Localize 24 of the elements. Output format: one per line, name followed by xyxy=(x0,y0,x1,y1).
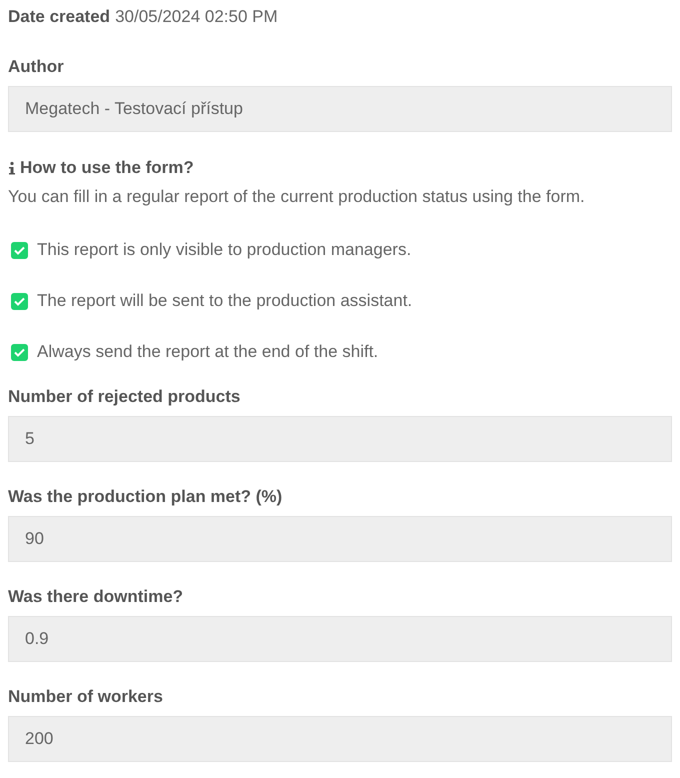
checkbox[interactable] xyxy=(11,242,28,258)
checkbox[interactable] xyxy=(11,344,28,360)
check-icon xyxy=(14,348,25,356)
date-created-value: 30/05/2024 02:50 PM xyxy=(115,7,278,27)
help-text: You can fill in a regular report of the current production status using the form. xyxy=(8,187,586,208)
check-icon xyxy=(14,296,25,306)
check-icon xyxy=(14,246,25,254)
input-field[interactable]: 5 xyxy=(8,416,672,462)
info-icon xyxy=(8,161,16,175)
input-field[interactable]: 0.9 xyxy=(8,616,672,662)
checkbox-label: Always send the report at the end of the shift. xyxy=(37,342,378,362)
checkbox-label: This report is only visible to production managers. xyxy=(37,240,412,260)
field-label: Number of rejected products xyxy=(8,386,242,408)
field-label: Was the production plan met? (%) xyxy=(8,486,284,508)
help-title: How to use the form? xyxy=(20,158,194,178)
input-field[interactable]: 90 xyxy=(8,516,672,562)
author-field[interactable]: Megatech - Testovací přístup xyxy=(8,86,672,132)
checkbox[interactable] xyxy=(11,292,28,310)
field-label: Number of workers xyxy=(8,686,164,708)
input-field[interactable]: 200 xyxy=(8,716,672,762)
field-label: Author xyxy=(8,56,65,78)
checkbox-label: The report will be sent to the production assistant. xyxy=(37,291,412,311)
field-label: Was there downtime? xyxy=(8,586,184,608)
date-created-label: Date created xyxy=(8,7,110,27)
